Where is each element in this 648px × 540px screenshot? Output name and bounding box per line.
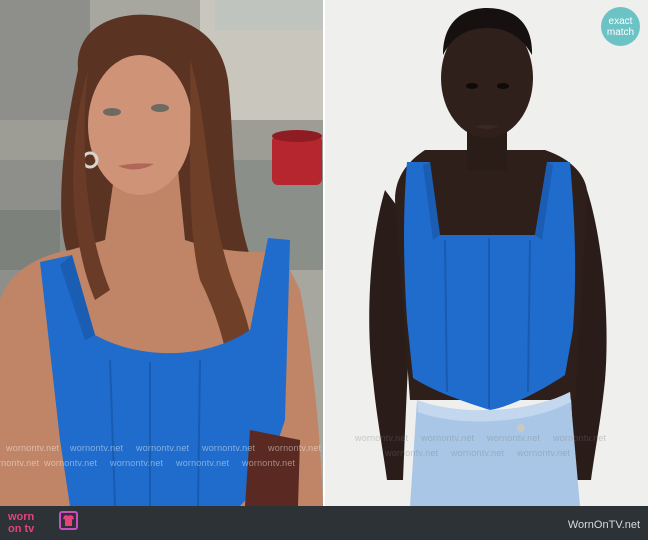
watermark-text: wornontv.net [110,458,164,468]
right-photo-panel: wornontv.net wornontv.net wornontv.net w… [325,0,648,506]
watermark-text: wornontv.net [517,448,571,458]
badge-line-2: match [606,26,635,38]
product-photo [325,0,648,506]
left-photo-panel: wornontv.net wornontv.net wornontv.net w… [0,0,323,506]
watermark-text: wornontv.net [268,443,322,453]
watermark-text: wornontv.net [451,448,505,458]
watermark-text: wornontv.net [385,448,439,458]
watermark-text: wornontv.net [242,458,296,468]
badge-line-1: exact [608,15,633,27]
tv-icon [59,511,78,530]
watermark-text: wornontv.net [421,433,475,443]
watermark-text: wornontv.net [355,433,409,443]
watermark-text: wornontv.net [553,433,607,443]
watermark-text: wornontv.net [202,443,256,453]
site-name[interactable]: WornOnTV.net [568,519,640,531]
tshirt-icon [63,515,74,526]
footer-bar [0,506,648,540]
logo-line-1: worn [8,511,35,523]
watermark-text: wornontv.net [6,443,60,453]
logo-line-2: on tv [8,523,35,535]
wornontv-logo[interactable]: worn on tv [8,511,34,535]
watermark-text: wornontv.net [44,458,98,468]
watermark-text: wornontv.net [136,443,190,453]
watermark-text: wornontv.net [176,458,230,468]
watermark-text: wornontv.net [0,458,40,468]
exact-match-badge: exact match [601,7,640,46]
watermark-text: wornontv.net [487,433,541,443]
tv-scene-photo [0,0,323,506]
watermark-text: wornontv.net [70,443,124,453]
